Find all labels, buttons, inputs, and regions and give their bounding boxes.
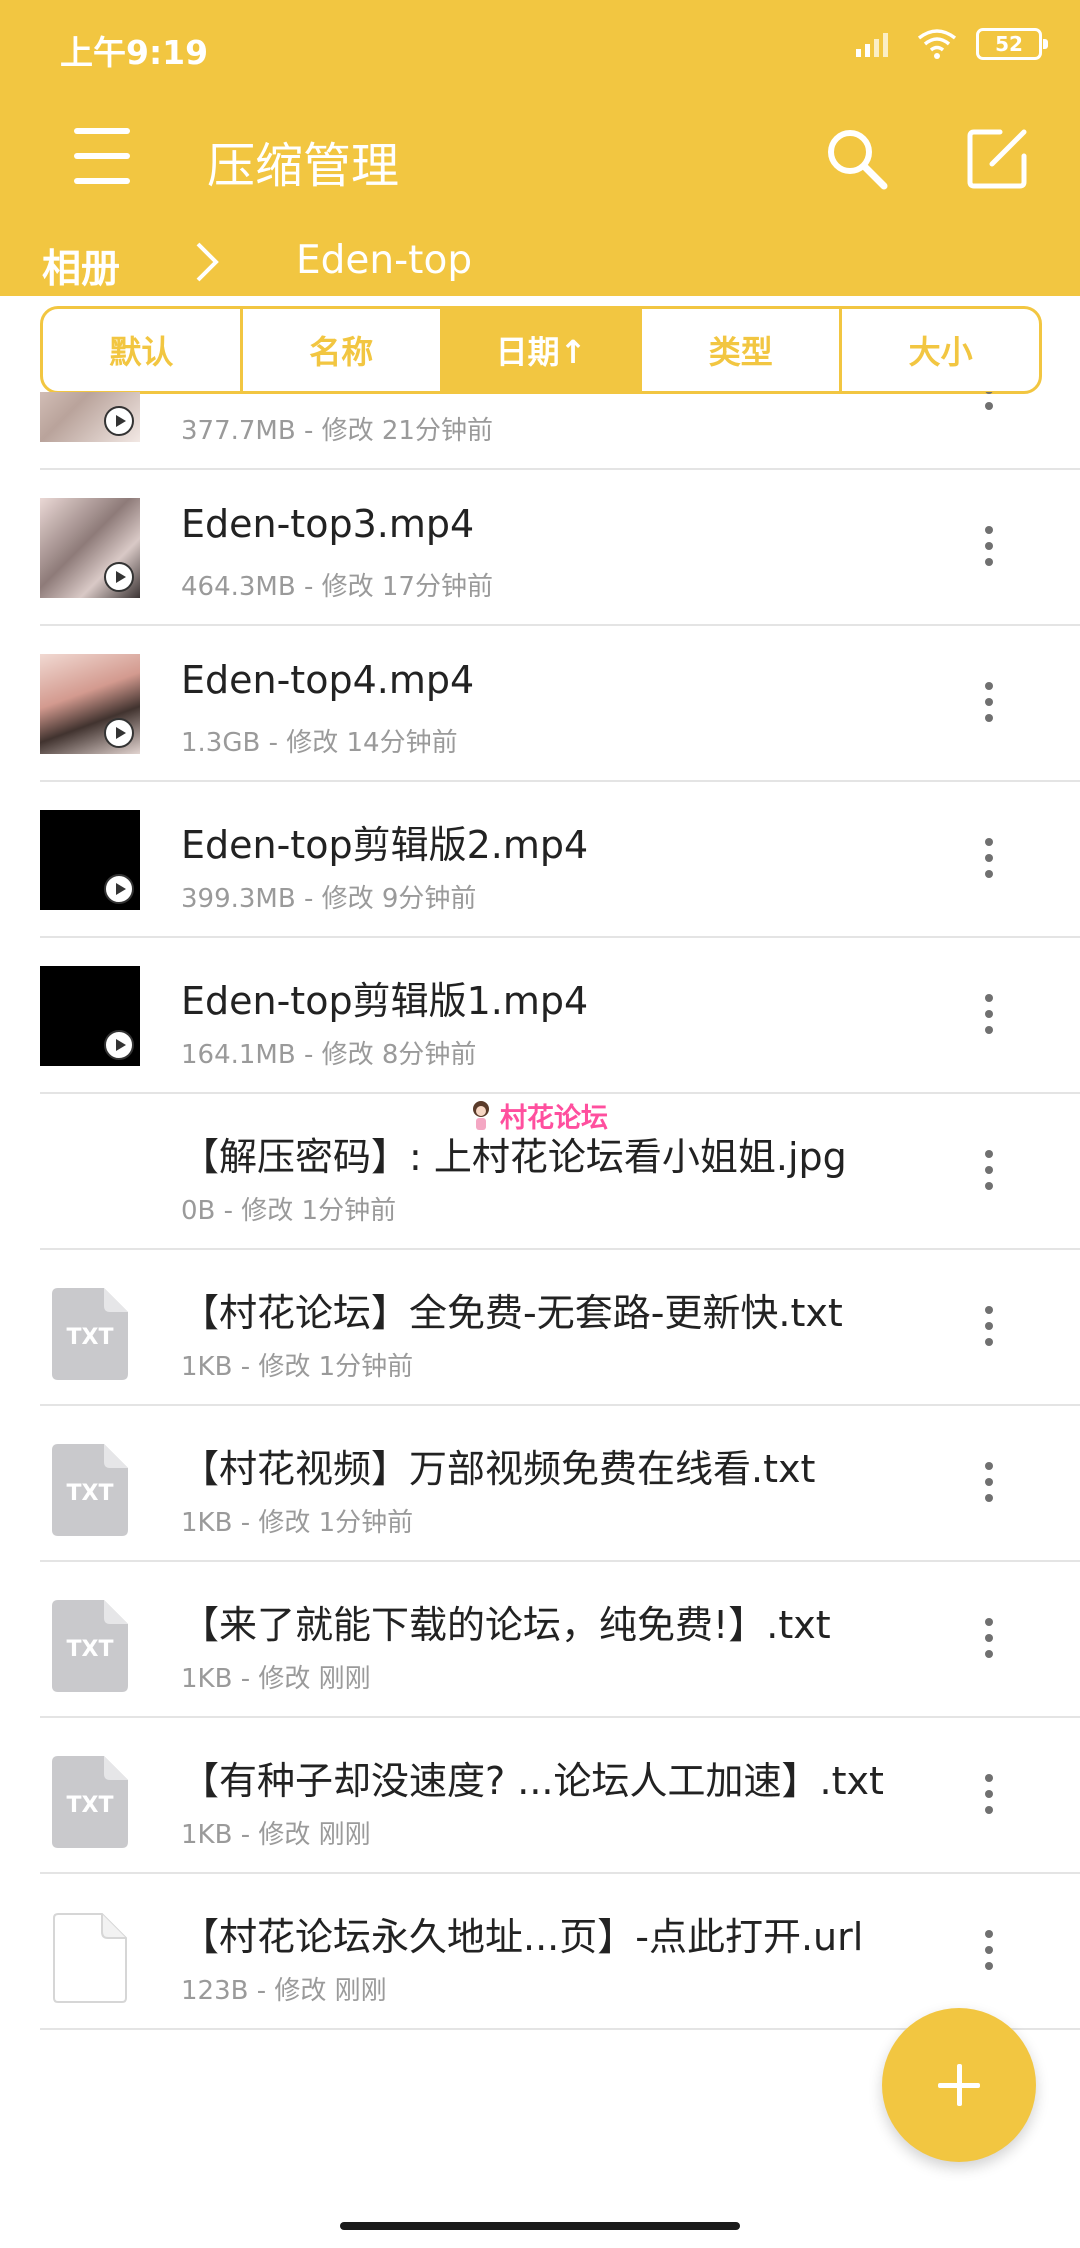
forum-watermark: 村花论坛 <box>468 1096 608 1135</box>
file-meta: 0B - 修改 1分钟前 <box>181 1196 397 1226</box>
mascot-icon <box>473 1100 489 1130</box>
file-name: Eden-top4.mp4 <box>181 658 475 702</box>
file-meta: 1KB - 修改 1分钟前 <box>181 1508 414 1538</box>
sort-tab-date[interactable]: 日期↑ <box>442 309 643 391</box>
play-icon <box>104 406 134 436</box>
blank-file-icon <box>53 1913 127 2003</box>
more-options-icon[interactable] <box>974 676 1004 736</box>
more-options-icon[interactable] <box>974 1456 1004 1516</box>
status-time: 上午9:19 <box>60 33 209 72</box>
play-icon <box>104 718 134 748</box>
battery-indicator: 52 <box>976 28 1048 60</box>
txt-badge-label: TXT <box>67 1793 114 1818</box>
txt-file-icon: TXT <box>52 1600 128 1692</box>
list-item[interactable]: Eden-top剪辑版1.mp4 164.1MB - 修改 8分钟前 <box>0 938 1080 1094</box>
list-item[interactable]: 377.7MB - 修改 21分钟前 <box>0 392 1080 470</box>
page-title: 压缩管理 <box>207 138 400 194</box>
chevron-right-icon <box>196 242 219 282</box>
more-options-icon[interactable] <box>974 988 1004 1048</box>
file-name: 【来了就能下载的论坛，纯免费!】.txt <box>181 1603 831 1647</box>
file-name: 【村花论坛永久地址...页】-点此打开.url <box>181 1915 864 1959</box>
file-name: 【村花视频】万部视频免费在线看.txt <box>181 1447 816 1491</box>
more-options-icon[interactable] <box>974 1300 1004 1360</box>
file-meta: 377.7MB - 修改 21分钟前 <box>181 416 493 446</box>
edit-icon[interactable] <box>964 124 1032 192</box>
breadcrumb-current[interactable]: Eden-top <box>296 238 472 283</box>
breadcrumb: 相册 Eden-top <box>0 232 1080 292</box>
file-name: Eden-top3.mp4 <box>181 502 475 546</box>
more-options-icon[interactable] <box>974 392 1004 424</box>
play-icon <box>104 562 134 592</box>
sort-tab-type[interactable]: 类型 <box>642 309 843 391</box>
txt-badge-label: TXT <box>67 1481 114 1506</box>
menu-icon[interactable] <box>70 124 134 188</box>
file-list: 377.7MB - 修改 21分钟前 Eden-top3.mp4 464.3MB… <box>0 392 1080 2042</box>
list-item[interactable]: TXT 【村花视频】万部视频免费在线看.txt 1KB - 修改 1分钟前 <box>0 1406 1080 1562</box>
more-options-icon[interactable] <box>974 1144 1004 1204</box>
sort-tab-size[interactable]: 大小 <box>842 309 1039 391</box>
video-thumbnail <box>40 810 140 910</box>
list-item[interactable]: TXT 【来了就能下载的论坛，纯免费!】.txt 1KB - 修改 刚刚 <box>0 1562 1080 1718</box>
breadcrumb-root[interactable]: 相册 <box>42 238 120 294</box>
video-thumbnail <box>40 498 140 598</box>
list-item[interactable]: Eden-top剪辑版2.mp4 399.3MB - 修改 9分钟前 <box>0 782 1080 938</box>
video-thumbnail <box>40 654 140 754</box>
file-name: 【有种子却没速度? ...论坛人工加速】.txt <box>181 1759 884 1803</box>
home-indicator[interactable] <box>340 2222 740 2230</box>
list-item[interactable]: 【村花论坛永久地址...页】-点此打开.url 123B - 修改 刚刚 <box>0 1874 1080 2030</box>
add-button[interactable] <box>882 2008 1036 2162</box>
file-name: 【村花论坛】全免费-无套路-更新快.txt <box>181 1291 843 1335</box>
txt-file-icon: TXT <box>52 1288 128 1380</box>
list-item[interactable]: Eden-top3.mp4 464.3MB - 修改 17分钟前 <box>0 470 1080 626</box>
video-thumbnail <box>40 392 140 442</box>
file-meta: 1.3GB - 修改 14分钟前 <box>181 728 458 758</box>
more-options-icon[interactable] <box>974 1612 1004 1672</box>
file-meta: 164.1MB - 修改 8分钟前 <box>181 1040 477 1070</box>
sort-tab-name[interactable]: 名称 <box>243 309 443 391</box>
search-icon[interactable] <box>822 124 890 192</box>
signal-icon <box>856 33 888 57</box>
play-icon <box>104 874 134 904</box>
file-meta: 1KB - 修改 刚刚 <box>181 1820 371 1850</box>
wifi-icon <box>917 29 957 59</box>
file-name: Eden-top剪辑版2.mp4 <box>181 823 589 867</box>
file-meta: 123B - 修改 刚刚 <box>181 1976 387 2006</box>
watermark-text: 村花论坛 <box>500 1103 608 1134</box>
txt-file-icon: TXT <box>52 1756 128 1848</box>
sort-tab-default[interactable]: 默认 <box>43 309 243 391</box>
video-thumbnail <box>40 966 140 1066</box>
list-item[interactable]: Eden-top4.mp4 1.3GB - 修改 14分钟前 <box>0 626 1080 782</box>
list-item[interactable]: TXT 【村花论坛】全免费-无套路-更新快.txt 1KB - 修改 1分钟前 <box>0 1250 1080 1406</box>
txt-file-icon: TXT <box>52 1444 128 1536</box>
list-item[interactable]: TXT 【有种子却没速度? ...论坛人工加速】.txt 1KB - 修改 刚刚 <box>0 1718 1080 1874</box>
txt-badge-label: TXT <box>67 1325 114 1350</box>
status-icons: 52 <box>854 28 1048 60</box>
play-icon <box>104 1030 134 1060</box>
more-options-icon[interactable] <box>974 832 1004 892</box>
app-header: 上午9:19 52 压缩管理 相册 Eden-top <box>0 0 1080 296</box>
sort-tabs: 默认 名称 日期↑ 类型 大小 <box>40 306 1042 394</box>
file-name: Eden-top剪辑版1.mp4 <box>181 979 589 1023</box>
txt-badge-label: TXT <box>67 1637 114 1662</box>
file-meta: 399.3MB - 修改 9分钟前 <box>181 884 477 914</box>
file-meta: 1KB - 修改 1分钟前 <box>181 1352 414 1382</box>
more-options-icon[interactable] <box>974 1924 1004 1984</box>
more-options-icon[interactable] <box>974 1768 1004 1828</box>
file-meta: 464.3MB - 修改 17分钟前 <box>181 572 493 602</box>
file-meta: 1KB - 修改 刚刚 <box>181 1664 371 1694</box>
more-options-icon[interactable] <box>974 520 1004 580</box>
